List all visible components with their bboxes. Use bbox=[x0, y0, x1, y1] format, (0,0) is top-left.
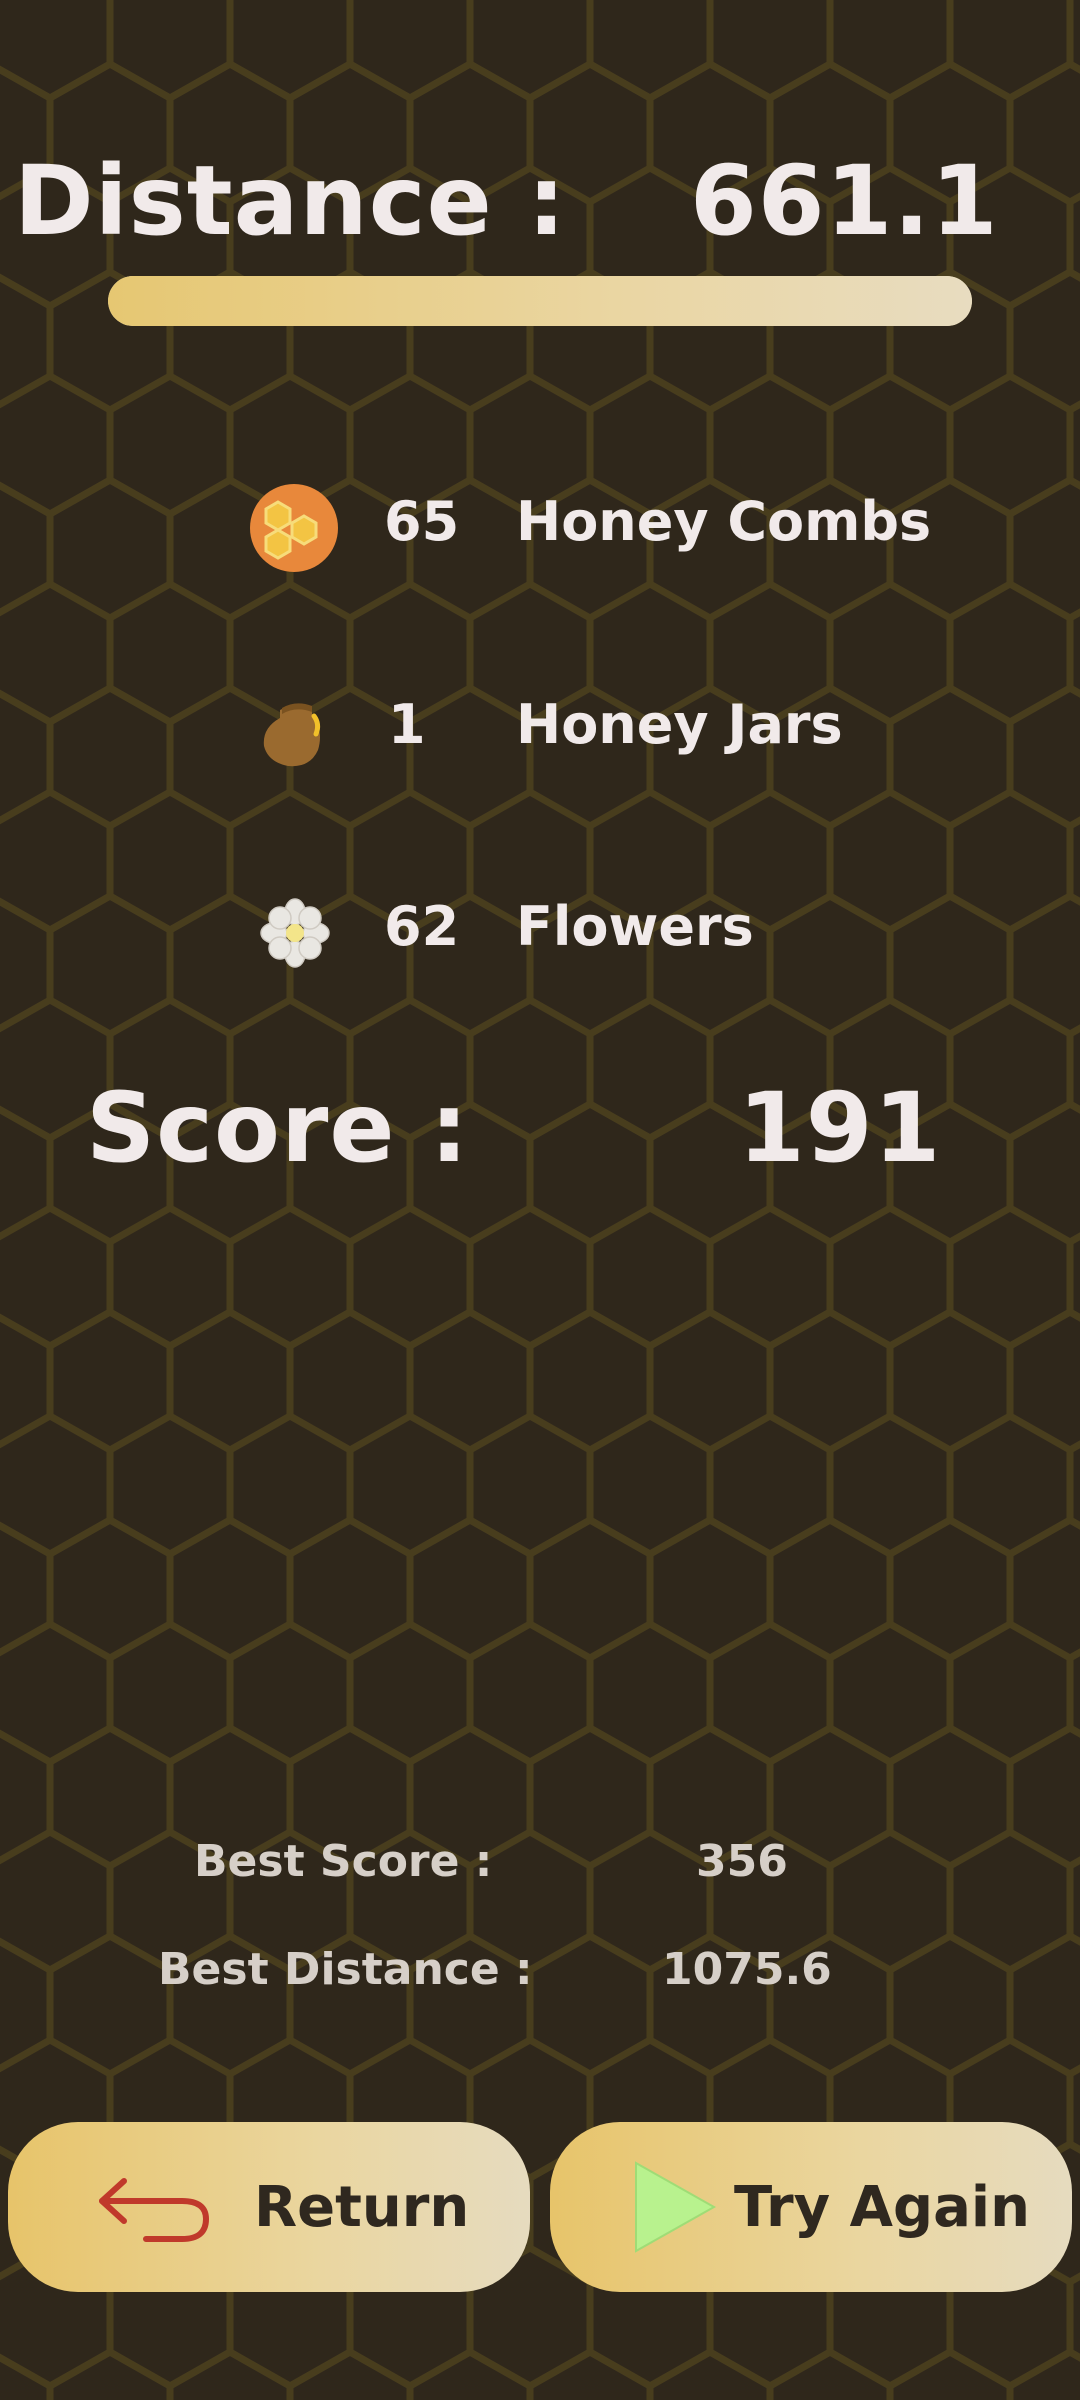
return-label: Return bbox=[254, 2174, 470, 2240]
best-distance-value: 1075.6 bbox=[662, 1944, 832, 1995]
honey-jar-count: 1 bbox=[388, 693, 426, 756]
best-score-label: Best Score : bbox=[194, 1836, 493, 1887]
play-icon bbox=[630, 2159, 718, 2255]
return-arrow-icon bbox=[94, 2167, 214, 2247]
flower-count: 62 bbox=[384, 895, 460, 958]
honey-jar-label: Honey Jars bbox=[516, 693, 843, 756]
score-value: 191 bbox=[738, 1072, 942, 1184]
best-score-value: 356 bbox=[696, 1836, 788, 1887]
score-label: Score : bbox=[86, 1072, 470, 1184]
flower-icon bbox=[260, 898, 330, 968]
distance-progress-fill bbox=[108, 276, 972, 326]
honey-jar-icon bbox=[254, 690, 338, 774]
try-again-button[interactable]: Try Again bbox=[550, 2122, 1072, 2292]
honeycomb-label: Honey Combs bbox=[516, 490, 932, 553]
honeycomb-count: 65 bbox=[384, 490, 460, 553]
distance-progress-bar bbox=[108, 276, 972, 326]
honeycomb-icon bbox=[248, 482, 340, 574]
try-again-label: Try Again bbox=[734, 2174, 1030, 2240]
best-distance-label: Best Distance : bbox=[158, 1944, 533, 1995]
distance-value: 661.1 bbox=[690, 145, 999, 257]
return-button[interactable]: Return bbox=[8, 2122, 530, 2292]
distance-label: Distance : bbox=[14, 145, 567, 257]
honeycomb-background bbox=[0, 0, 1080, 2400]
flower-label: Flowers bbox=[516, 895, 754, 958]
